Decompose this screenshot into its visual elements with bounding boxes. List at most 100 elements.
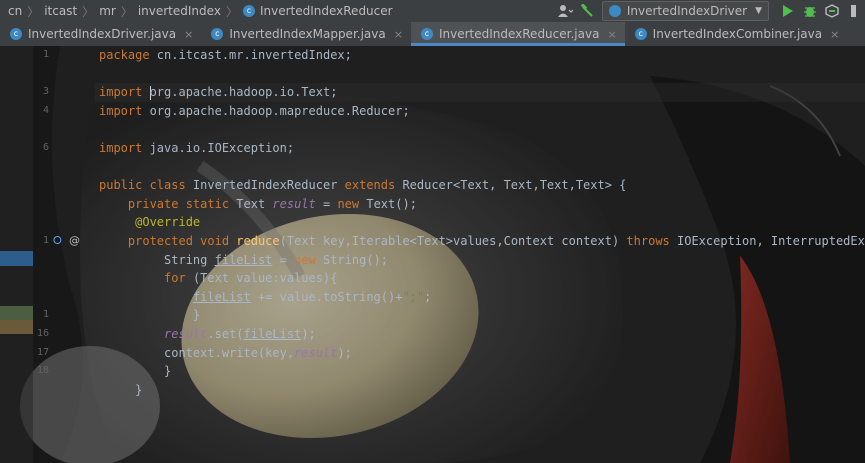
user-icon[interactable] <box>554 0 576 22</box>
code-token: public class <box>99 178 193 193</box>
code-token: result <box>294 345 338 360</box>
code-token: (Text key,Iterable<Text>values,Context c… <box>279 234 627 248</box>
class-icon: c <box>242 5 255 17</box>
breadcrumb-separator-icon: 〉 <box>82 4 95 19</box>
code-token: import <box>99 103 150 118</box>
code-token: package <box>99 48 157 62</box>
breadcrumb-label: itcast <box>44 4 78 18</box>
code-token: protected void <box>99 234 237 248</box>
breadcrumb-separator-icon: 〉 <box>27 4 40 19</box>
run-configuration-label: InvertedIndexDriver <box>626 4 748 18</box>
code-token: context.write(key, <box>99 345 295 360</box>
code-token: fileList <box>214 252 273 267</box>
code-line[interactable]: result.set(fileList); <box>99 325 316 344</box>
code-token: Text(); <box>366 196 417 211</box>
code-line[interactable]: @Override <box>99 213 200 232</box>
code-token: IOException, InterruptedException { <box>677 234 865 248</box>
code-token: new <box>337 196 367 211</box>
code-line[interactable]: protected void reduce(Text key,Iterable<… <box>99 232 865 251</box>
code-token: .set( <box>207 327 244 341</box>
code-token: = <box>272 252 295 267</box>
code-token: = <box>315 196 338 211</box>
breadcrumb-label: invertedIndex <box>137 4 221 18</box>
close-icon[interactable]: × <box>184 28 193 41</box>
breadcrumb: cn 〉 itcast 〉 mr 〉 invertedIndex 〉 c InvertedInde… <box>0 0 393 22</box>
code-line[interactable]: import java.io.IOException; <box>99 139 294 158</box>
code-line[interactable]: import org.apache.hadoop.io.Text; <box>99 83 337 102</box>
code-token: private static <box>99 196 237 211</box>
code-token: fileList <box>243 327 302 341</box>
breadcrumb-item[interactable]: c InvertedIndexReducer <box>242 0 393 22</box>
code-token: Reducer<Text, Text,Text,Text> { <box>402 178 627 193</box>
code-line[interactable]: package cn.itcast.mr.invertedIndex; <box>99 46 352 65</box>
code-line[interactable]: fileList += value.toString()+";"; <box>99 288 431 307</box>
code-token: ); <box>337 345 352 360</box>
code-line[interactable]: private static Text result = new Text(); <box>99 195 417 214</box>
code-line[interactable]: } <box>99 381 142 400</box>
code-line[interactable]: context.write(key,result); <box>99 344 352 363</box>
run-icon[interactable] <box>777 0 799 22</box>
debug-icon[interactable] <box>799 0 821 22</box>
tab-label: InvertedIndexMapper.java <box>229 27 386 41</box>
close-icon[interactable]: × <box>830 28 839 41</box>
code-token: for <box>164 271 193 286</box>
code-token: new <box>294 252 323 267</box>
code-token: org.apache.hadoop.io.Text; <box>149 85 338 100</box>
editor-tab[interactable]: c InvertedIndexCombiner.java × <box>625 22 848 46</box>
code-line[interactable]: public class InvertedIndexReducer extend… <box>99 176 626 195</box>
code-token: extends <box>344 178 403 193</box>
breadcrumb-item[interactable]: itcast <box>44 0 77 22</box>
breadcrumb-separator-icon: 〉 <box>120 4 133 19</box>
breadcrumb-label: InvertedIndexReducer <box>259 4 393 18</box>
class-icon <box>608 5 621 17</box>
code-line[interactable]: import org.apache.hadoop.mapreduce.Reduc… <box>99 102 410 121</box>
code-token: } <box>99 364 172 379</box>
breadcrumb-label: cn <box>8 4 23 18</box>
code-token: ); <box>301 327 316 341</box>
hammer-icon[interactable] <box>576 0 598 22</box>
toolbar-actions: InvertedIndexDriver ▼ <box>554 0 865 22</box>
tab-label: InvertedIndexCombiner.java <box>652 27 823 41</box>
code-token: += value.toString()+ <box>250 289 403 304</box>
code-token: import <box>99 85 150 100</box>
code-token: ";" <box>402 289 425 304</box>
code-token: fileList <box>192 289 251 304</box>
breadcrumb-item[interactable]: invertedIndex <box>138 0 221 22</box>
code-line[interactable]: } <box>99 306 200 325</box>
code-token: cn.itcast.mr.invertedIndex; <box>156 48 352 62</box>
editor-tab[interactable]: c InvertedIndexMapper.java × <box>201 22 411 46</box>
breadcrumb-item[interactable]: mr <box>99 0 116 22</box>
code-area[interactable]: package cn.itcast.mr.invertedIndex; impor… <box>0 46 865 463</box>
breadcrumb-label: mr <box>99 4 116 18</box>
editor-tab[interactable]: c InvertedIndexDriver.java × <box>0 22 201 46</box>
more-icon[interactable] <box>843 0 865 22</box>
code-token: String <box>99 252 215 267</box>
class-icon: c <box>634 28 647 40</box>
close-icon[interactable]: × <box>394 28 403 41</box>
chevron-down-icon: ▼ <box>755 6 762 16</box>
run-configuration-select[interactable]: InvertedIndexDriver ▼ <box>601 1 769 21</box>
editor-tab[interactable]: c InvertedIndexReducer.java × <box>410 22 625 46</box>
code-token: throws <box>626 234 677 248</box>
code-token: } <box>99 308 201 323</box>
breadcrumb-item[interactable]: cn <box>8 0 22 22</box>
code-line[interactable]: } <box>99 362 171 381</box>
coverage-icon[interactable] <box>821 0 843 22</box>
close-icon[interactable]: × <box>607 28 616 41</box>
code-line[interactable]: for (Text value:values){ <box>99 269 337 288</box>
code-token: String(); <box>322 252 389 267</box>
code-token: ; <box>424 289 432 304</box>
class-icon: c <box>10 28 22 40</box>
code-editor[interactable]: 1 3 4 6 1 1 16 17 18 ⭘ @ package cn.itcast.mr.in… <box>0 46 865 463</box>
code-token: org.apache.hadoop.mapreduce.Reducer; <box>149 103 410 118</box>
code-line[interactable]: String fileList = new String(); <box>99 251 388 270</box>
tab-label: InvertedIndexDriver.java <box>28 27 177 41</box>
class-icon: c <box>211 28 224 40</box>
code-token: InvertedIndexReducer <box>192 178 345 193</box>
code-token: } <box>99 382 143 397</box>
code-token: Text <box>236 196 273 211</box>
code-token: (Text value:values){ <box>192 271 338 286</box>
